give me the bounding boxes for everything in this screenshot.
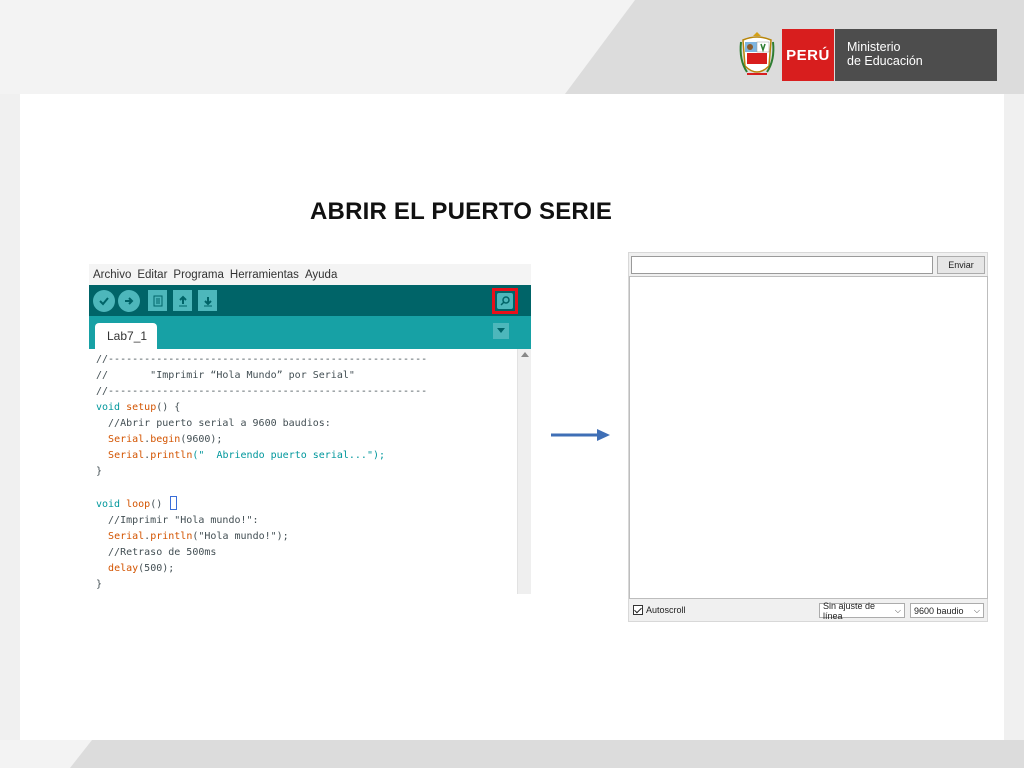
menu-archivo[interactable]: Archivo	[93, 269, 131, 281]
code-line: }	[96, 579, 103, 590]
open-file-icon[interactable]	[173, 290, 192, 311]
sketch-code: //--------------------------------------…	[96, 354, 428, 590]
magnifier-icon	[497, 293, 513, 309]
code-comment: //Abrir puerto serial a 9600 baudios:	[96, 418, 331, 429]
ministry-logo: PERÚ Ministerio de Educación	[734, 29, 997, 81]
serial-output-area	[629, 276, 988, 599]
code-keyword: void	[96, 402, 121, 413]
send-button[interactable]: Enviar	[937, 256, 985, 274]
line-ending-select[interactable]: Sin ajuste de línea ⌵	[819, 600, 905, 621]
upload-icon[interactable]	[118, 290, 140, 312]
code-line: // "Imprimir “Hola Mundo” por Serial"	[96, 370, 355, 381]
code-comment: //Retraso de 500ms	[96, 547, 217, 558]
code-line: //--------------------------------------…	[96, 354, 428, 365]
code-line: //--------------------------------------…	[96, 386, 428, 397]
tab-menu-chevron-down-icon[interactable]	[493, 323, 509, 339]
scroll-up-arrow-icon[interactable]	[521, 352, 529, 357]
menu-bar: Archivo Editar Programa Herramientas Ayu…	[89, 264, 531, 285]
code-text: (9600);	[180, 434, 223, 445]
text-cursor	[170, 496, 178, 510]
menu-editar[interactable]: Editar	[137, 269, 167, 281]
menu-programa[interactable]: Programa	[173, 269, 224, 281]
serial-monitor-window: Enviar Autoscroll Sin ajuste de línea ⌵ …	[628, 252, 988, 622]
code-function: println	[150, 531, 193, 542]
code-text: () {	[156, 402, 181, 413]
autoscroll-toggle[interactable]: Autoscroll	[633, 605, 686, 615]
code-object: Serial	[108, 450, 145, 461]
code-function: setup	[126, 402, 157, 413]
line-ending-value: Sin ajuste de línea	[823, 600, 876, 621]
right-arrow-icon	[551, 429, 610, 441]
country-label: PERÚ	[782, 29, 834, 81]
code-comment: //Imprimir "Hola mundo!":	[96, 515, 259, 526]
baud-rate-value: 9600 baudio	[914, 605, 964, 616]
editor-scrollbar[interactable]	[517, 349, 531, 594]
code-line: }	[96, 466, 103, 477]
code-text: (" Abriendo puerto serial...");	[192, 450, 386, 461]
save-file-icon[interactable]	[198, 290, 217, 311]
tab-bar: Lab7_1	[89, 316, 531, 349]
ministry-line-1: Ministerio	[847, 40, 901, 54]
tab-lab7-1[interactable]: Lab7_1	[95, 323, 157, 349]
ide-toolbar	[89, 285, 531, 316]
new-file-icon[interactable]	[148, 290, 167, 311]
slide-title: ABRIR EL PUERTO SERIE	[310, 198, 613, 225]
menu-ayuda[interactable]: Ayuda	[305, 269, 337, 281]
verify-icon[interactable]	[93, 290, 115, 312]
code-object: Serial	[108, 531, 145, 542]
coat-of-arms-icon	[734, 29, 780, 81]
serial-status-bar: Autoscroll Sin ajuste de línea ⌵ 9600 ba…	[629, 601, 987, 621]
footer-diagonal	[70, 740, 1024, 768]
arduino-ide-window: Archivo Editar Programa Herramientas Ayu…	[89, 264, 531, 594]
code-text: ()	[150, 499, 169, 510]
serial-send-input[interactable]	[631, 256, 933, 274]
ministry-label: Ministerio de Educación	[835, 29, 997, 81]
autoscroll-label: Autoscroll	[646, 605, 686, 615]
code-text: ("Hola mundo!");	[192, 531, 289, 542]
menu-herramientas[interactable]: Herramientas	[230, 269, 299, 281]
code-object: Serial	[108, 434, 145, 445]
autoscroll-checkbox[interactable]	[633, 605, 643, 615]
chevron-down-icon: ⌵	[894, 605, 901, 615]
code-function: delay	[108, 563, 139, 574]
code-keyword: void	[96, 499, 121, 510]
code-function: println	[150, 450, 193, 461]
code-text: (500);	[138, 563, 175, 574]
baud-rate-select[interactable]: 9600 baudio ⌵	[910, 603, 984, 618]
code-function: begin	[150, 434, 181, 445]
code-function: loop	[126, 499, 151, 510]
chevron-down-icon: ⌵	[973, 605, 980, 615]
ministry-line-2: de Educación	[847, 54, 923, 68]
code-editor[interactable]: //--------------------------------------…	[89, 349, 531, 594]
serial-monitor-button[interactable]	[492, 288, 518, 314]
